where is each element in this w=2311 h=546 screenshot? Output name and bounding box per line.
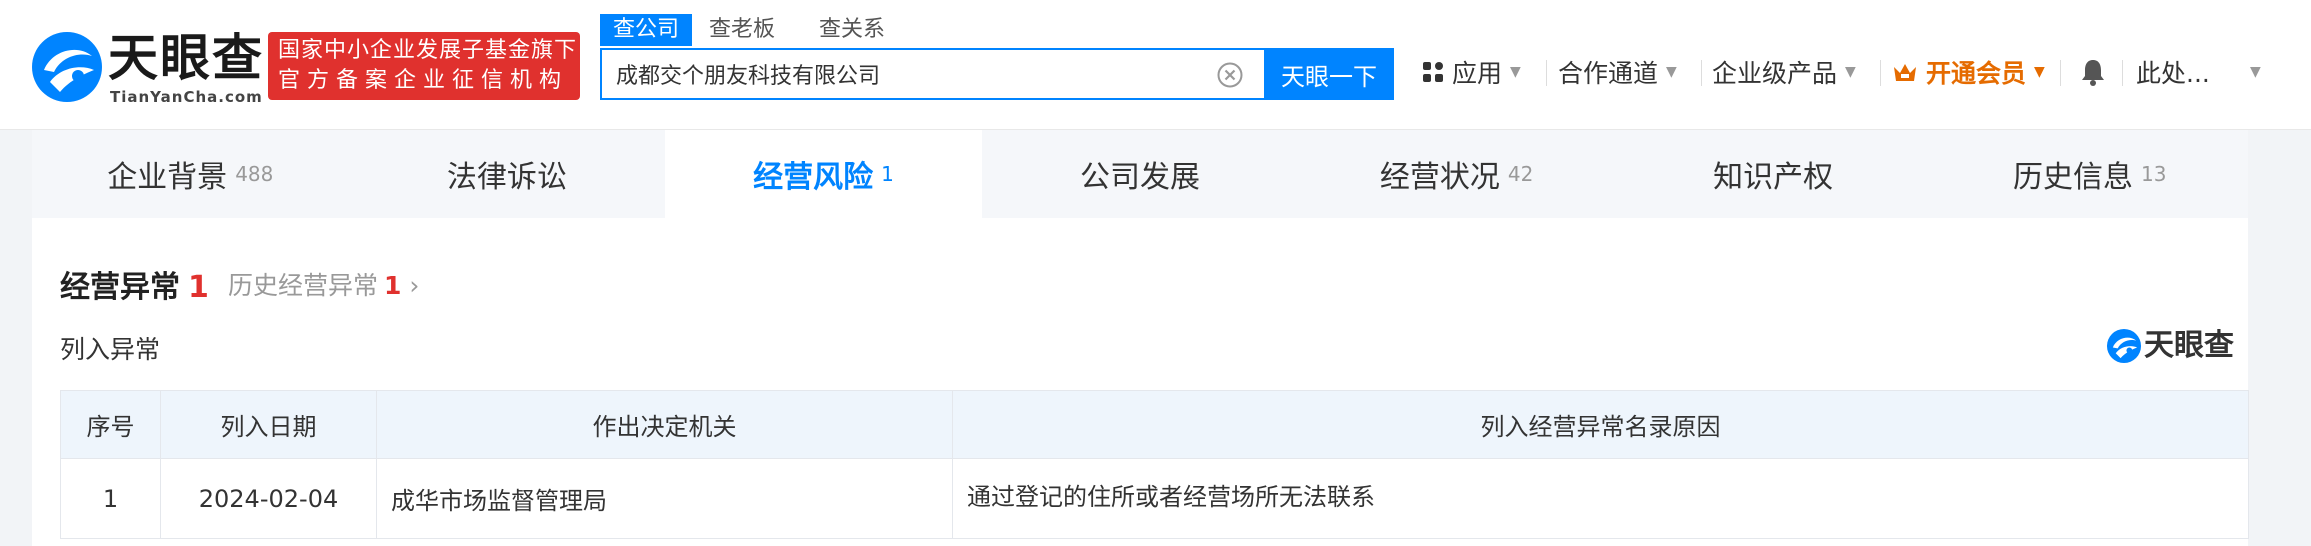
search-input[interactable] [616,50,1196,98]
col-header-date: 列入日期 [160,390,377,459]
tab-label: 历史信息 [2013,160,2134,195]
cell-index: 1 [60,458,161,539]
tianyancha-logo-icon [32,32,102,102]
nav-vip-label: 开通会员 [1926,59,2027,88]
nav-vip[interactable]: 开通会员 ▼ [1892,52,2045,92]
logo-domain: TianYanCha.com [110,88,263,106]
tianyancha-logo-icon [2106,328,2142,364]
top-header: 天眼查 TianYanCha.com 国家中小企业发展子基金旗下 官方备案企业征… [0,0,2311,130]
tab-count: 1 [881,162,894,186]
cell-authority[interactable]: 成华市场监督管理局 [376,458,953,539]
tab-label: 经营风险 [753,160,874,195]
tianyancha-logo[interactable]: 天眼查 TianYanCha.com [30,30,262,106]
user-menu-caret[interactable]: ▼ [2242,52,2261,92]
tab-label: 经营状况 [1379,160,1500,195]
logo-text: 天眼查 [108,29,264,87]
tab-count: 488 [235,162,274,186]
tab-risk[interactable]: 经营风险 1 [665,130,982,218]
chevron-down-icon: ▼ [1666,64,1677,80]
section-title-count: 1 [188,270,209,305]
tab-background[interactable]: 企业背景 488 [32,130,349,218]
chevron-right-icon: › [409,271,420,300]
company-tabs: 企业背景 488 法律诉讼 经营风险 1 公司发展 经营状况 42 知识产权 历… [32,130,2248,218]
tab-operation[interactable]: 经营状况 42 [1298,130,1615,218]
tab-ip[interactable]: 知识产权 [1615,130,1932,218]
history-abnormal-label: 历史经营异常 [228,271,379,300]
history-abnormal-link[interactable]: 历史经营异常 1 › [228,266,419,302]
tab-count: 42 [1507,162,1534,186]
tab-development[interactable]: 公司发展 [982,130,1299,218]
search-tab-boss[interactable]: 查老板 [696,14,788,46]
history-abnormal-count: 1 [384,271,402,300]
tab-history[interactable]: 历史信息 13 [1931,130,2248,218]
tianyancha-watermark: 天眼查 [2106,326,2256,366]
search-area: 查公司 查老板 查关系 天眼一下 [600,14,1395,124]
badge-line-2: 官方备案企业征信机构 [278,68,569,93]
nav-divider [1701,60,1702,86]
tab-legal[interactable]: 法律诉讼 [349,130,666,218]
nav-enterprise-label: 企业级产品 [1712,59,1838,88]
table-header-row: 序号 列入日期 作出决定机关 列入经营异常名录原因 [60,390,2249,459]
abnormal-table: 序号 列入日期 作出决定机关 列入经营异常名录原因 1 2024-02-04 成… [60,390,2249,539]
official-badge: 国家中小企业发展子基金旗下 官方备案企业征信机构 [268,32,580,100]
nav-divider [2122,60,2123,86]
user-name: 此处... [2136,59,2210,88]
apps-grid-icon [1423,62,1443,82]
nav-apps[interactable]: 应用 ▼ [1422,52,1521,92]
chevron-down-icon: ▼ [2034,64,2045,80]
nav-channel-label: 合作通道 [1558,59,1659,88]
col-header-authority: 作出决定机关 [376,390,953,459]
section-title-text: 经营异常 [60,270,180,305]
nav-divider [2060,60,2061,86]
abnormal-operation-card: 经营异常 1 历史经营异常 1 › 列入异常 天眼查 序号 列入日期 作出决定机关 … [32,218,2249,546]
nav-apps-label: 应用 [1452,59,1503,88]
notification-bell[interactable] [2080,52,2106,92]
table-row: 1 2024-02-04 成华市场监督管理局 通过登记的住所或者经营场所无法联系 [60,458,2249,539]
search-type-tabs: 查公司 查老板 查关系 [600,14,916,46]
crown-icon [1894,64,1916,81]
search-tab-relation[interactable]: 查关系 [806,14,898,46]
nav-divider [1546,60,1547,86]
col-header-index: 序号 [60,390,161,459]
bell-icon [2082,60,2104,86]
watermark-text: 天眼查 [2144,328,2234,363]
badge-line-1: 国家中小企业发展子基金旗下 [278,38,578,63]
nav-divider [1880,60,1881,86]
search-box [600,48,1264,100]
chevron-down-icon: ▼ [2250,64,2261,80]
section-subtitle: 列入异常 [60,335,161,364]
search-button[interactable]: 天眼一下 [1264,48,1394,100]
tab-label: 知识产权 [1713,160,1834,195]
tab-label: 企业背景 [107,160,228,195]
tab-label: 公司发展 [1080,160,1201,195]
tab-label: 法律诉讼 [446,160,567,195]
clear-icon[interactable] [1217,62,1243,88]
cell-date: 2024-02-04 [160,458,377,539]
col-header-reason: 列入经营异常名录原因 [952,390,2249,459]
section-title: 经营异常 1 [60,262,209,306]
search-tab-company[interactable]: 查公司 [600,14,693,46]
chevron-down-icon: ▼ [1845,64,1856,80]
nav-enterprise[interactable]: 企业级产品 ▼ [1712,52,1856,92]
chevron-down-icon: ▼ [1510,64,1521,80]
cell-reason: 通过登记的住所或者经营场所无法联系 [952,458,2249,539]
tab-count: 13 [2141,162,2167,186]
nav-channel[interactable]: 合作通道 ▼ [1558,52,1677,92]
